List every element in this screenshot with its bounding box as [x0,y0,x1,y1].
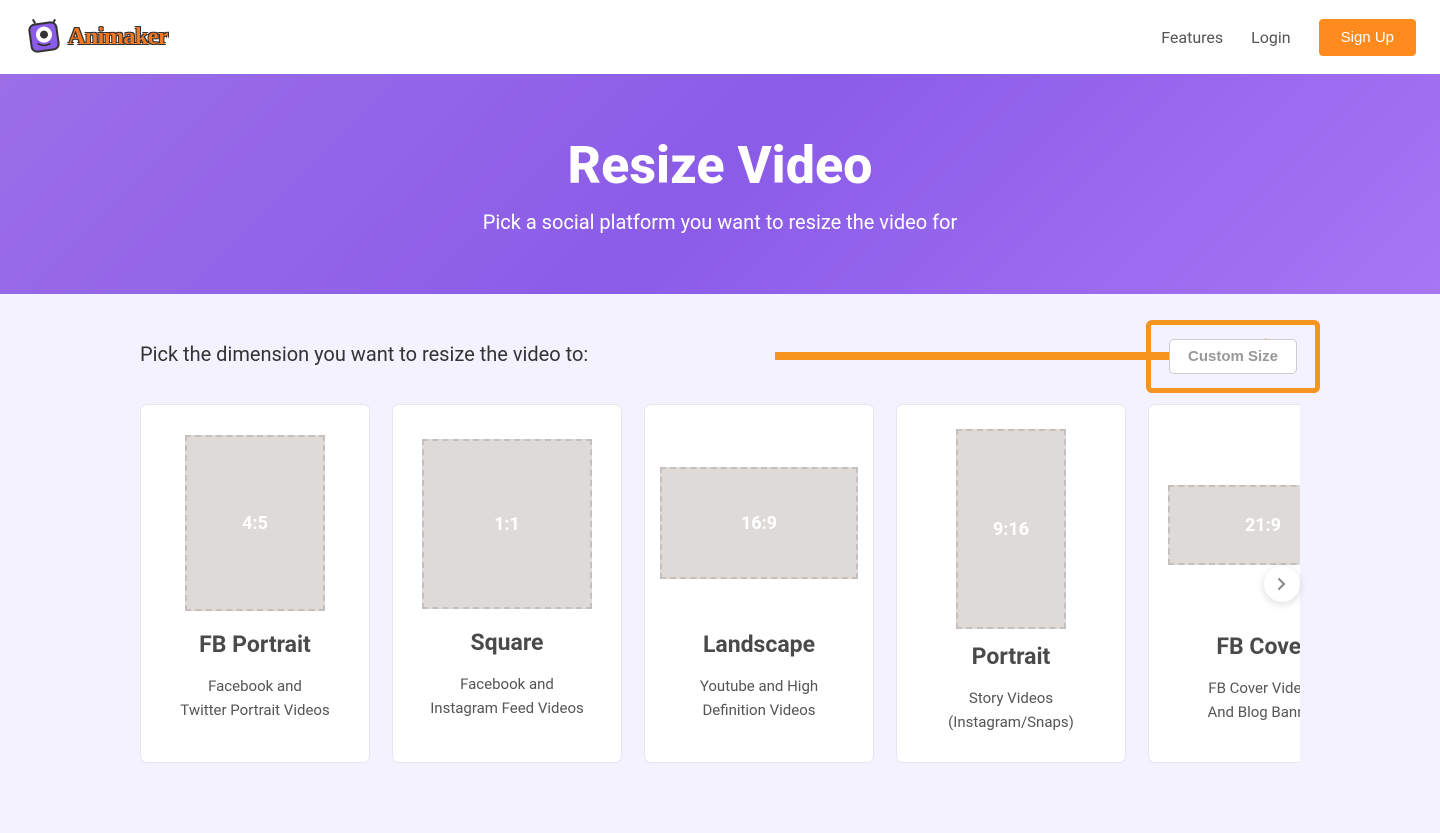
ratio-text: 1:1 [494,514,520,535]
ratio-box: 16:9 [660,467,858,579]
custom-size-highlight: Custom Size [1146,320,1320,393]
hero: Resize Video Pick a social platform you … [0,74,1440,294]
ratio-box: 9:16 [956,429,1066,629]
ratio-box: 4:5 [185,435,325,611]
nav-features[interactable]: Features [1161,28,1223,47]
ratio-box: 21:9 [1168,485,1300,565]
cards-row: 4:5 FB Portrait Facebook and Twitter Por… [140,404,1300,763]
signup-button[interactable]: Sign Up [1319,19,1416,56]
card-title: FB Cover [1216,633,1300,660]
hero-subtitle: Pick a social platform you want to resiz… [483,210,957,234]
nav-right: Features Login Sign Up [1161,19,1416,56]
animaker-logo-icon [24,17,64,57]
nav-login[interactable]: Login [1251,28,1290,47]
card-title: Square [471,629,544,656]
card-desc: Facebook and Instagram Feed Videos [430,672,584,720]
ratio-text: 21:9 [1245,515,1281,536]
scroll-right-button[interactable] [1264,566,1300,602]
custom-size-button[interactable]: Custom Size [1169,339,1297,374]
hero-title: Resize Video [568,135,873,196]
card-landscape[interactable]: 16:9 Landscape Youtube and High Definiti… [644,404,874,763]
card-square[interactable]: 1:1 Square Facebook and Instagram Feed V… [392,404,622,763]
card-desc: FB Cover Videos And Blog Banner [1207,676,1300,724]
card-desc: Story Videos (Instagram/Snaps) [948,686,1074,734]
dimension-label: Pick the dimension you want to resize th… [140,342,588,366]
ratio-box: 1:1 [422,439,592,609]
card-fb-portrait[interactable]: 4:5 FB Portrait Facebook and Twitter Por… [140,404,370,763]
navbar: Animaker Features Login Sign Up [0,0,1440,74]
main-section: Pick the dimension you want to resize th… [0,294,1440,833]
card-title: Portrait [972,643,1051,670]
ratio-text: 16:9 [741,513,777,534]
card-portrait[interactable]: 9:16 Portrait Story Videos (Instagram/Sn… [896,404,1126,763]
main-header: Pick the dimension you want to resize th… [140,342,1300,366]
logo[interactable]: Animaker [24,17,168,57]
ratio-text: 9:16 [993,519,1029,540]
logo-text: Animaker [68,24,168,51]
card-title: FB Portrait [199,631,311,658]
chevron-right-icon [1277,577,1287,591]
cards-container: 4:5 FB Portrait Facebook and Twitter Por… [140,404,1300,763]
ratio-text: 4:5 [242,513,268,534]
card-title: Landscape [703,631,815,658]
card-desc: Facebook and Twitter Portrait Videos [180,674,329,722]
card-desc: Youtube and High Definition Videos [700,674,818,722]
